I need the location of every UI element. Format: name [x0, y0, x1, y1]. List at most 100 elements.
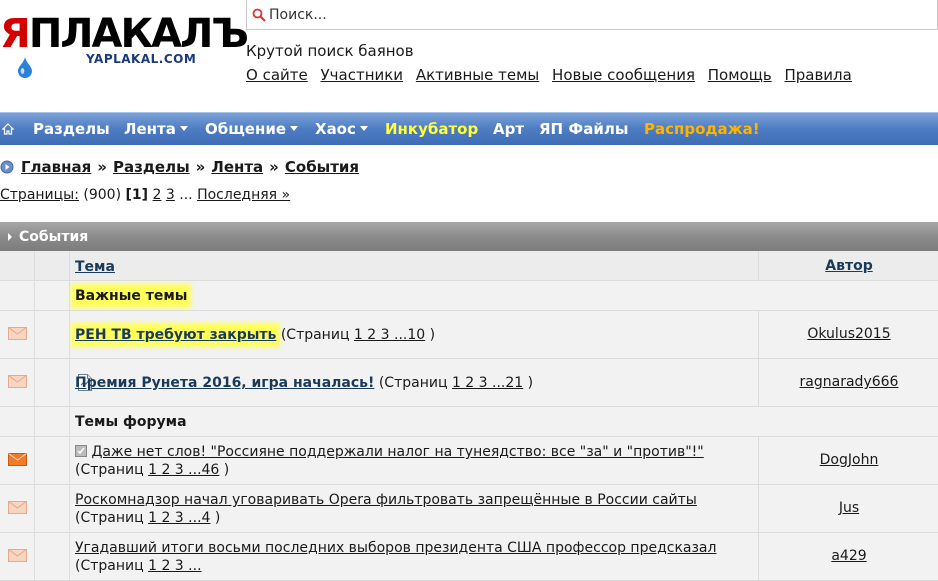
nav-label: Общение [205, 120, 287, 138]
topic-cell: Угадавший итоги восьми последних выборов… [75, 539, 754, 575]
col-author-header[interactable]: Автор [825, 258, 872, 274]
nav-files[interactable]: ЯП Файлы [539, 120, 628, 138]
crumb-home[interactable]: Главная [21, 158, 91, 176]
topic-link[interactable]: РЕН ТВ требуют закрыть [75, 327, 277, 343]
chevron-down-icon [179, 126, 188, 131]
crumb-events[interactable]: События [285, 158, 359, 176]
col-author: Автор [758, 251, 938, 280]
link-members[interactable]: Участники [321, 66, 404, 84]
section-title: События [19, 229, 89, 245]
table-header-row: Тема Автор [0, 251, 938, 281]
author-link[interactable]: Okulus2015 [807, 326, 890, 342]
nav-sections[interactable]: Разделы [33, 120, 110, 138]
col-type [34, 485, 70, 532]
site-logo[interactable]: ЯПЛАКАЛЪ YAPLAKAL.COM [0, 12, 249, 82]
nav-communication[interactable]: Общение [205, 120, 299, 138]
author-link[interactable]: DogJohn [820, 452, 879, 468]
topic-pages[interactable]: 1 2 3 ...4 [148, 510, 210, 526]
topic-link[interactable]: Премия Рунета 2016, игра началась! [75, 375, 374, 391]
table-row: Премия Рунета 2016, игра началась! (Стра… [0, 359, 938, 407]
pages-suffix: ) [429, 327, 436, 343]
search-icon[interactable] [252, 8, 266, 22]
link-help[interactable]: Помощь [708, 66, 772, 84]
col-type [34, 533, 70, 580]
arrow-circle-icon [0, 160, 14, 174]
topic-link[interactable]: Даже нет слов! "Россияне поддержали нало… [91, 444, 703, 460]
author-link[interactable]: a429 [831, 548, 866, 564]
link-active-topics[interactable]: Активные темы [416, 66, 539, 84]
pages-ellipsis: ... [179, 187, 193, 203]
page-2[interactable]: 2 [153, 187, 162, 203]
envelope-icon [8, 327, 27, 340]
poll-icon [75, 445, 87, 457]
topic-pages[interactable]: 1 2 3 ... [148, 558, 201, 574]
table-row: Даже нет слов! "Россияне поддержали нало… [0, 437, 938, 485]
breadcrumb: Главная » Разделы » Лента » События [21, 158, 359, 176]
crumb-feed[interactable]: Лента [211, 158, 263, 176]
nav-label: Арт [493, 120, 525, 138]
link-about[interactable]: О сайте [246, 66, 308, 84]
link-rules[interactable]: Правила [784, 66, 851, 84]
crumb-separator: » [269, 158, 279, 176]
pages-label[interactable]: Страницы: [0, 187, 79, 203]
group-row-forum: Темы форума [0, 407, 938, 437]
author-link[interactable]: ragnarady666 [800, 374, 899, 390]
author-cell: a429 [758, 533, 938, 580]
group-title: Важные темы [75, 288, 188, 304]
home-icon[interactable] [2, 123, 14, 135]
pages-prefix: (Страниц [378, 375, 448, 391]
nav-label: Инкубатор [385, 120, 479, 138]
logo-letter-ya: Я [0, 11, 31, 57]
nav-art[interactable]: Арт [493, 120, 524, 138]
top-links: О сайте Участники Активные темы Новые со… [246, 66, 860, 84]
pagination: Страницы: (900) [1] 2 3 ... Последняя » [0, 187, 290, 203]
envelope-icon [8, 375, 27, 388]
topic-pages[interactable]: 1 2 3 ...10 [354, 327, 425, 343]
pages-prefix: (Страниц [75, 558, 144, 574]
col-type [34, 359, 92, 406]
tagline: Крутой поиск баянов [246, 42, 414, 60]
topic-link[interactable]: Роскомнадзор начал уговаривать Opera фил… [75, 492, 697, 508]
nav-label: Лента [124, 120, 176, 138]
col-status [0, 485, 35, 532]
nav-label: ЯП Файлы [539, 120, 629, 138]
link-new-posts[interactable]: Новые сообщения [552, 66, 695, 84]
col-topic-header[interactable]: Тема [75, 258, 754, 276]
crumb-separator: » [97, 158, 107, 176]
forum-section-header: События [0, 222, 938, 251]
table-row: Угадавший итоги восьми последних выборов… [0, 533, 938, 581]
col-status [0, 311, 35, 358]
pages-prefix: (Страниц [75, 510, 144, 526]
col-status [0, 437, 35, 484]
pages-suffix: ) [527, 375, 534, 391]
topic-link[interactable]: Угадавший итоги восьми последних выборов… [75, 540, 716, 556]
pages-total: (900) [83, 187, 122, 203]
table-row: Роскомнадзор начал уговаривать Opera фил… [0, 485, 938, 533]
author-link[interactable]: Jus [839, 500, 859, 516]
topic-pages[interactable]: 1 2 3 ...46 [148, 462, 219, 478]
group-row-important: Важные темы [0, 281, 938, 311]
col-type [34, 437, 70, 484]
col-status [0, 251, 35, 280]
crumb-sections[interactable]: Разделы [113, 158, 190, 176]
pages-suffix: ) [214, 510, 221, 526]
author-cell: ragnarady666 [758, 359, 938, 406]
main-nav: Разделы Лента Общение Хаос Инкубатор Арт… [0, 112, 938, 145]
col-status [0, 533, 35, 580]
triangle-right-icon [8, 233, 12, 241]
table-row: РЕН ТВ требуют закрыть (Страниц 1 2 3 ..… [0, 311, 938, 359]
chevron-down-icon [359, 126, 368, 131]
page-last[interactable]: Последняя » [197, 187, 290, 203]
nav-chaos[interactable]: Хаос [315, 120, 368, 138]
col-type [34, 311, 92, 358]
page-current: [1] [125, 187, 149, 203]
search-input[interactable] [269, 5, 909, 25]
nav-sale[interactable]: Распродажа! [644, 120, 760, 138]
logo-wordmark: ЯПЛАКАЛЪ [0, 11, 249, 57]
nav-incubator[interactable]: Инкубатор [385, 120, 478, 138]
nav-feed[interactable]: Лента [124, 120, 188, 138]
chevron-down-icon [290, 126, 299, 131]
tear-drop-icon [18, 56, 32, 78]
topic-pages[interactable]: 1 2 3 ...21 [452, 375, 523, 391]
page-3[interactable]: 3 [166, 187, 175, 203]
